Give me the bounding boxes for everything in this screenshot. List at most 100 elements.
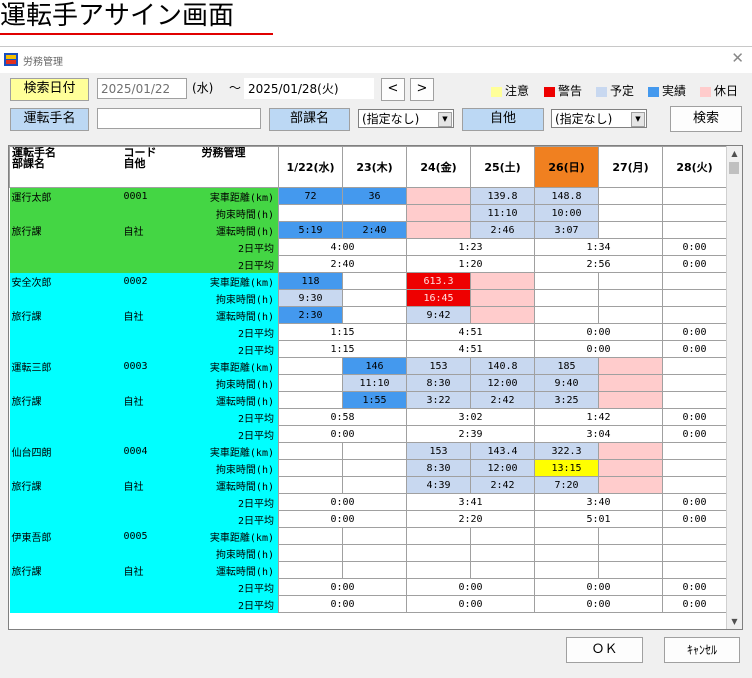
schedule-cell[interactable]	[342, 442, 407, 460]
schedule-cell[interactable]	[662, 187, 727, 205]
schedule-cell[interactable]	[598, 476, 663, 494]
schedule-cell[interactable]: 11:10	[470, 204, 535, 222]
schedule-cell[interactable]	[278, 527, 343, 545]
schedule-cell[interactable]	[278, 459, 343, 477]
header-date[interactable]: 23(木)	[342, 146, 407, 188]
schedule-cell[interactable]	[534, 289, 599, 307]
header-date[interactable]: 25(土)	[470, 146, 535, 188]
schedule-cell[interactable]	[534, 561, 599, 579]
schedule-cell[interactable]: 143.4	[470, 442, 535, 460]
schedule-cell[interactable]	[470, 306, 535, 324]
schedule-cell[interactable]: 8:30	[406, 459, 471, 477]
schedule-cell[interactable]: 148.8	[534, 187, 599, 205]
schedule-cell[interactable]	[406, 204, 471, 222]
schedule-cell[interactable]	[342, 306, 407, 324]
schedule-cell[interactable]: 146	[342, 357, 407, 375]
schedule-cell[interactable]: 1:55	[342, 391, 407, 409]
schedule-cell[interactable]	[278, 204, 343, 222]
schedule-cell[interactable]	[342, 544, 407, 562]
search-date-button[interactable]: 検索日付	[10, 78, 89, 101]
schedule-cell[interactable]: 139.8	[470, 187, 535, 205]
schedule-cell[interactable]	[470, 527, 535, 545]
schedule-cell[interactable]: 322.3	[534, 442, 599, 460]
schedule-cell[interactable]	[342, 289, 407, 307]
date-from-field[interactable]: 2025/01/22	[97, 78, 187, 99]
schedule-cell[interactable]: 613.3	[406, 272, 471, 290]
header-date[interactable]: 27(月)	[598, 146, 663, 188]
schedule-cell[interactable]	[278, 544, 343, 562]
scroll-down-icon[interactable]: ▼	[727, 614, 742, 629]
schedule-cell[interactable]	[470, 289, 535, 307]
schedule-cell[interactable]	[598, 561, 663, 579]
driver-name-button[interactable]: 運転手名	[10, 108, 89, 131]
schedule-cell[interactable]: 3:25	[534, 391, 599, 409]
dept-select[interactable]: (指定なし) ▼	[358, 109, 454, 128]
driver-name-input[interactable]	[97, 108, 261, 129]
schedule-cell[interactable]: 5:19	[278, 221, 343, 239]
schedule-cell[interactable]	[278, 357, 343, 375]
schedule-cell[interactable]	[598, 374, 663, 392]
schedule-cell[interactable]	[598, 544, 663, 562]
schedule-cell[interactable]	[662, 289, 727, 307]
schedule-cell[interactable]	[598, 204, 663, 222]
other-button[interactable]: 自他	[462, 108, 544, 131]
schedule-cell[interactable]: 9:30	[278, 289, 343, 307]
schedule-cell[interactable]	[662, 459, 727, 477]
grid-scrollbar[interactable]: ▲ ▼	[726, 146, 742, 629]
schedule-cell[interactable]	[662, 221, 727, 239]
prev-week-button[interactable]: <	[381, 78, 405, 101]
schedule-cell[interactable]	[662, 527, 727, 545]
schedule-cell[interactable]: 153	[406, 357, 471, 375]
schedule-cell[interactable]: 2:40	[342, 221, 407, 239]
schedule-cell[interactable]	[534, 306, 599, 324]
schedule-cell[interactable]	[598, 306, 663, 324]
schedule-cell[interactable]	[662, 476, 727, 494]
schedule-cell[interactable]: 11:10	[342, 374, 407, 392]
schedule-cell[interactable]: 16:45	[406, 289, 471, 307]
schedule-cell[interactable]	[470, 561, 535, 579]
schedule-cell[interactable]	[342, 527, 407, 545]
schedule-cell[interactable]	[278, 442, 343, 460]
schedule-cell[interactable]	[342, 459, 407, 477]
schedule-cell[interactable]	[662, 544, 727, 562]
header-date[interactable]: 1/22(水)	[278, 146, 343, 188]
schedule-cell[interactable]: 7:20	[534, 476, 599, 494]
schedule-cell[interactable]: 4:39	[406, 476, 471, 494]
schedule-cell[interactable]	[662, 357, 727, 375]
schedule-cell[interactable]	[598, 459, 663, 477]
schedule-cell[interactable]	[662, 442, 727, 460]
schedule-cell[interactable]: 185	[534, 357, 599, 375]
other-select[interactable]: (指定なし) ▼	[551, 109, 647, 128]
schedule-cell[interactable]	[662, 272, 727, 290]
schedule-cell[interactable]: 153	[406, 442, 471, 460]
close-icon[interactable]: ✕	[731, 49, 744, 67]
schedule-cell[interactable]	[662, 374, 727, 392]
chevron-down-icon[interactable]: ▼	[438, 112, 452, 127]
date-to-field[interactable]: 2025/01/28(火)	[244, 78, 374, 99]
schedule-cell[interactable]: 3:22	[406, 391, 471, 409]
schedule-cell[interactable]	[662, 391, 727, 409]
schedule-cell[interactable]: 2:42	[470, 391, 535, 409]
schedule-cell[interactable]: 12:00	[470, 374, 535, 392]
schedule-cell[interactable]: 2:30	[278, 306, 343, 324]
schedule-cell[interactable]	[278, 476, 343, 494]
schedule-cell[interactable]	[278, 391, 343, 409]
next-week-button[interactable]: >	[410, 78, 434, 101]
header-date[interactable]: 26(日)	[534, 146, 599, 188]
schedule-cell[interactable]	[278, 374, 343, 392]
schedule-cell[interactable]	[598, 391, 663, 409]
schedule-cell[interactable]: 10:00	[534, 204, 599, 222]
schedule-cell[interactable]	[598, 289, 663, 307]
schedule-cell[interactable]	[406, 544, 471, 562]
scroll-up-icon[interactable]: ▲	[727, 146, 742, 161]
schedule-cell[interactable]	[598, 221, 663, 239]
schedule-cell[interactable]: 36	[342, 187, 407, 205]
schedule-cell[interactable]	[470, 272, 535, 290]
schedule-cell[interactable]	[406, 221, 471, 239]
schedule-cell[interactable]	[534, 544, 599, 562]
schedule-cell[interactable]: 9:40	[534, 374, 599, 392]
ok-button[interactable]: ＯＫ	[566, 637, 643, 663]
schedule-cell[interactable]	[342, 204, 407, 222]
schedule-cell[interactable]	[342, 272, 407, 290]
schedule-cell[interactable]	[534, 527, 599, 545]
